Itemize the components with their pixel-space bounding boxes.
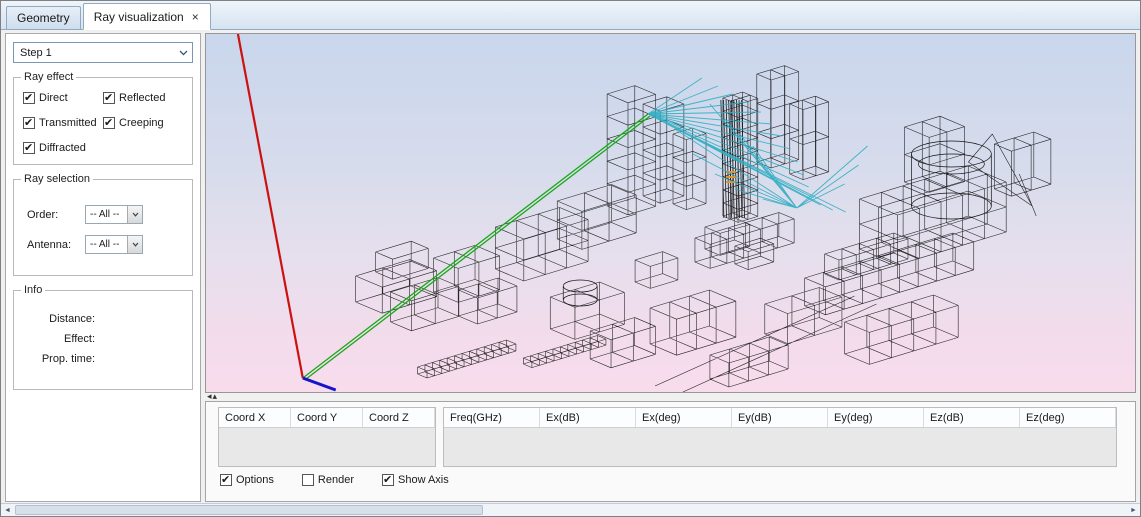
column-header-ey-deg[interactable]: Ey(deg) xyxy=(828,408,924,427)
scroll-left-icon[interactable]: ◄ xyxy=(1,504,14,516)
coord-table-header: Coord X Coord Y Coord Z xyxy=(219,408,435,428)
horizontal-scrollbar[interactable]: ◄ ► xyxy=(1,503,1140,516)
antenna-select[interactable]: -- All -- xyxy=(85,235,143,254)
scrollbar-thumb[interactable] xyxy=(15,505,483,515)
tab-geometry-label: Geometry xyxy=(17,11,70,25)
column-header-coord-z[interactable]: Coord Z xyxy=(363,408,435,427)
antenna-label: Antenna: xyxy=(27,239,85,251)
checkbox-reflected-label: Reflected xyxy=(119,92,165,104)
order-select-value: -- All -- xyxy=(86,209,127,220)
column-header-ex-deg[interactable]: Ex(deg) xyxy=(636,408,732,427)
results-panel: Coord X Coord Y Coord Z Freq(GHz) Ex(dB)… xyxy=(205,401,1136,502)
tab-ray-visualization[interactable]: Ray visualization × xyxy=(83,3,211,30)
splitter[interactable]: ◂▴ xyxy=(205,393,1136,401)
tab-ray-visualization-label: Ray visualization xyxy=(94,10,184,24)
column-header-freq[interactable]: Freq(GHz) xyxy=(444,408,540,427)
info-effect-value xyxy=(95,333,183,345)
coord-table[interactable]: Coord X Coord Y Coord Z xyxy=(218,407,436,467)
checkbox-creeping-label: Creeping xyxy=(119,117,164,129)
checkbox-box-icon xyxy=(220,474,232,486)
close-icon[interactable]: × xyxy=(191,12,200,22)
column-header-ez-db[interactable]: Ez(dB) xyxy=(924,408,1020,427)
checkbox-creeping[interactable]: Creeping xyxy=(103,117,183,129)
checkbox-box-icon xyxy=(302,474,314,486)
info-prop-time-value xyxy=(95,353,183,365)
axes xyxy=(238,34,650,390)
info-distance-value xyxy=(95,313,183,325)
column-header-ey-db[interactable]: Ey(dB) xyxy=(732,408,828,427)
ray-effect-group: Ray effect Direct Reflected Transmitted xyxy=(13,77,193,165)
coord-table-body xyxy=(219,428,435,466)
toggle-show-axis[interactable]: Show Axis xyxy=(382,474,449,486)
checkbox-box-icon xyxy=(23,142,35,154)
chevron-down-icon xyxy=(174,50,192,56)
info-effect-label: Effect: xyxy=(23,333,95,345)
order-label: Order: xyxy=(27,209,85,221)
scroll-right-icon[interactable]: ► xyxy=(1127,504,1140,516)
step-select[interactable]: Step 1 xyxy=(13,42,193,63)
toggle-options[interactable]: Options xyxy=(220,474,274,486)
info-distance-label: Distance: xyxy=(23,313,95,325)
info-group: Info Distance: Effect: Prop. time: xyxy=(13,290,193,390)
checkbox-direct-label: Direct xyxy=(39,92,68,104)
tab-geometry[interactable]: Geometry xyxy=(6,6,81,29)
wireframe-geometry xyxy=(356,66,1051,392)
toggle-show-axis-label: Show Axis xyxy=(398,474,449,486)
info-prop-time-label: Prop. time: xyxy=(23,353,95,365)
checkbox-box-icon xyxy=(103,92,115,104)
checkbox-box-icon xyxy=(382,474,394,486)
field-table[interactable]: Freq(GHz) Ex(dB) Ex(deg) Ey(dB) Ey(deg) … xyxy=(443,407,1117,467)
viewport-3d[interactable] xyxy=(205,33,1136,393)
splitter-collapse-icon[interactable]: ◂▴ xyxy=(207,391,218,402)
column-header-ex-db[interactable]: Ex(dB) xyxy=(540,408,636,427)
order-select[interactable]: -- All -- xyxy=(85,205,143,224)
step-select-value: Step 1 xyxy=(20,47,174,59)
column-header-ez-deg[interactable]: Ez(deg) xyxy=(1020,408,1116,427)
ray-selection-group: Ray selection Order: -- All -- Antenna: … xyxy=(13,179,193,276)
checkbox-box-icon xyxy=(103,117,115,129)
chevron-down-icon xyxy=(127,206,142,223)
info-title: Info xyxy=(21,284,45,296)
antenna-select-value: -- All -- xyxy=(86,239,127,250)
checkbox-box-icon xyxy=(23,117,35,129)
field-table-header: Freq(GHz) Ex(dB) Ex(deg) Ey(dB) Ey(deg) … xyxy=(444,408,1116,428)
checkbox-direct[interactable]: Direct xyxy=(23,92,103,104)
field-table-body xyxy=(444,428,1116,466)
checkbox-transmitted-label: Transmitted xyxy=(39,117,97,129)
checkbox-transmitted[interactable]: Transmitted xyxy=(23,117,103,129)
ray-effect-title: Ray effect xyxy=(21,71,76,83)
toggle-render[interactable]: Render xyxy=(302,474,354,486)
ray-selection-title: Ray selection xyxy=(21,173,93,185)
checkbox-box-icon xyxy=(23,92,35,104)
column-header-coord-x[interactable]: Coord X xyxy=(219,408,291,427)
tab-bar: Geometry Ray visualization × xyxy=(1,1,1140,30)
right-pane: ◂▴ Coord X Coord Y Coord Z Freq(GHz xyxy=(205,33,1136,502)
toggle-render-label: Render xyxy=(318,474,354,486)
sidebar: Step 1 Ray effect Direct Reflected xyxy=(5,33,201,502)
chevron-down-icon xyxy=(127,236,142,253)
main-area: Step 1 Ray effect Direct Reflected xyxy=(1,30,1140,505)
toggle-options-label: Options xyxy=(236,474,274,486)
3d-scene xyxy=(206,34,1135,392)
app-window: Geometry Ray visualization × Step 1 Ray … xyxy=(0,0,1141,517)
checkbox-reflected[interactable]: Reflected xyxy=(103,92,183,104)
checkbox-diffracted-label: Diffracted xyxy=(39,142,86,154)
column-header-coord-y[interactable]: Coord Y xyxy=(291,408,363,427)
checkbox-diffracted[interactable]: Diffracted xyxy=(23,142,103,154)
